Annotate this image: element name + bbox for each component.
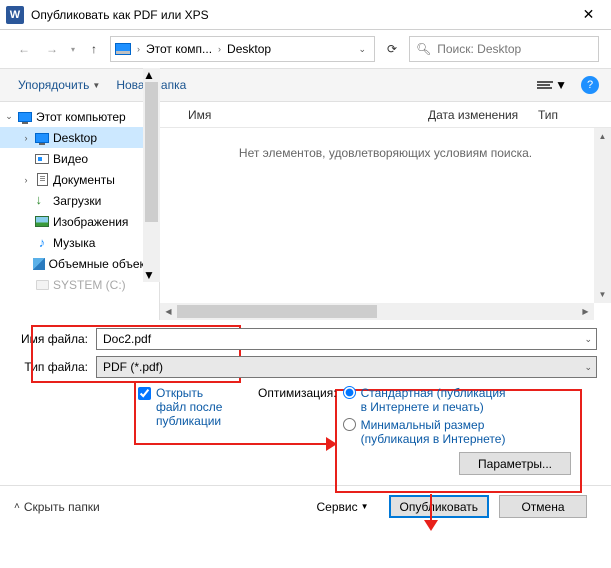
vertical-scrollbar[interactable]: ▲▼	[594, 128, 611, 303]
back-button[interactable]: ←	[12, 37, 36, 61]
document-icon	[37, 173, 48, 186]
column-headers: Имя Дата изменения Тип	[160, 102, 611, 128]
col-type[interactable]: Тип	[530, 108, 566, 122]
breadcrumb-segment[interactable]: Desktop	[227, 42, 271, 56]
navbar: ← → ▾ ↑ › Этот комп... › Desktop ⌄ ⟳ 🔍︎ …	[0, 30, 611, 68]
tree-node-pictures[interactable]: › Изображения	[0, 211, 159, 232]
tree-node-disk-c[interactable]: › SYSTEM (C:)	[0, 274, 159, 295]
window-title: Опубликовать как PDF или XPS	[31, 8, 566, 22]
hide-folders-button[interactable]: ˄ Скрыть папки	[14, 500, 100, 514]
monitor-icon	[18, 112, 32, 122]
filename-input[interactable]: Doc2.pdf ⌄	[96, 328, 597, 350]
chevron-down-icon[interactable]: ⌄	[584, 334, 592, 345]
organize-button[interactable]: Упорядочить▼	[12, 75, 106, 95]
disk-icon	[36, 280, 49, 290]
download-icon	[36, 194, 49, 207]
empty-message: Нет элементов, удовлетворяющих условиям …	[160, 128, 611, 320]
radio[interactable]	[343, 386, 356, 399]
tree-node-music[interactable]: › ♪ Музыка	[0, 232, 159, 253]
checkbox[interactable]	[138, 387, 151, 400]
up-button[interactable]: ↑	[82, 37, 106, 61]
history-dropdown[interactable]: ▾	[68, 45, 78, 54]
help-button[interactable]: ?	[581, 76, 599, 94]
chevron-down-icon[interactable]: ⌄	[584, 362, 592, 373]
col-name[interactable]: Имя	[180, 108, 420, 122]
list-view-icon	[537, 78, 553, 92]
tree-node-this-pc[interactable]: ⌄ Этот компьютер	[0, 106, 159, 127]
scroll-thumb[interactable]	[177, 305, 377, 318]
scroll-left-icon[interactable]: ◀	[160, 303, 177, 320]
folder-tree[interactable]: ⌄ Этот компьютер › Desktop › Видео › Док…	[0, 102, 160, 320]
main-area: ⌄ Этот компьютер › Desktop › Видео › Док…	[0, 102, 611, 320]
horizontal-scrollbar[interactable]: ◀▶	[160, 303, 594, 320]
filetype-label: Тип файла:	[14, 360, 96, 374]
cube-icon	[33, 258, 45, 270]
annotation-arrowhead	[424, 520, 438, 531]
open-after-checkbox[interactable]: Открыть файл после публикации	[138, 386, 228, 428]
scroll-right-icon[interactable]: ▶	[577, 303, 594, 320]
tree-node-downloads[interactable]: › Загрузки	[0, 190, 159, 211]
radio-minimum[interactable]: Минимальный размер (публикация в Интерне…	[343, 418, 511, 446]
tree-node-desktop[interactable]: › Desktop	[0, 127, 159, 148]
search-input[interactable]: 🔍︎ Поиск: Desktop	[409, 36, 599, 62]
music-icon: ♪	[34, 236, 50, 250]
chevron-down-icon: ▼	[92, 81, 100, 90]
address-bar[interactable]: › Этот комп... › Desktop ⌄	[110, 36, 375, 62]
word-icon: W	[6, 6, 24, 24]
collapse-icon[interactable]: ⌄	[4, 111, 14, 122]
chevron-down-icon: ▼	[361, 502, 369, 511]
cancel-button[interactable]: Отмена	[499, 495, 587, 518]
video-icon	[35, 154, 49, 164]
tree-node-3d[interactable]: › Объемные объекты	[0, 253, 159, 274]
tree-node-documents[interactable]: › Документы	[0, 169, 159, 190]
optimize-label: Оптимизация:	[258, 386, 337, 446]
save-form: Имя файла: Doc2.pdf ⌄ Тип файла: PDF (*.…	[0, 320, 611, 479]
radio[interactable]	[343, 418, 356, 431]
radio-standard[interactable]: Стандартная (публикация в Интернете и пе…	[343, 386, 511, 414]
expand-icon[interactable]: ›	[21, 175, 31, 185]
search-placeholder: Поиск: Desktop	[437, 42, 521, 56]
parameters-button[interactable]: Параметры...	[459, 452, 571, 475]
monitor-icon	[115, 43, 131, 55]
view-button[interactable]: ▼	[537, 78, 567, 92]
scroll-down-icon[interactable]: ▼	[594, 286, 611, 303]
titlebar: W Опубликовать как PDF или XPS ✕	[0, 0, 611, 30]
chevron-down-icon: ▼	[555, 78, 567, 92]
tools-dropdown[interactable]: Сервис ▼	[317, 500, 369, 514]
toolbar: Упорядочить▼ Новая папка ▼ ?	[0, 68, 611, 102]
filetype-select[interactable]: PDF (*.pdf) ⌄	[96, 356, 597, 378]
publish-button[interactable]: Опубликовать	[389, 495, 489, 518]
scroll-up-icon[interactable]: ▲	[594, 128, 611, 145]
file-list[interactable]: Имя Дата изменения Тип Нет элементов, уд…	[160, 102, 611, 320]
search-icon: 🔍︎	[416, 42, 431, 56]
expand-icon[interactable]: ›	[21, 133, 31, 143]
tree-scrollbar[interactable]: ▲ ▼	[143, 68, 160, 282]
filename-label: Имя файла:	[14, 332, 96, 346]
image-icon	[35, 216, 49, 227]
chevron-up-icon: ˄	[14, 501, 20, 512]
chevron-down-icon[interactable]: ⌄	[354, 44, 370, 55]
tree-node-videos[interactable]: › Видео	[0, 148, 159, 169]
forward-button: →	[40, 37, 64, 61]
chevron-right-icon[interactable]: ›	[135, 44, 142, 54]
refresh-button[interactable]: ⟳	[379, 36, 405, 62]
scroll-thumb[interactable]	[145, 82, 158, 222]
scroll-up-icon[interactable]: ▲	[143, 68, 160, 82]
col-date[interactable]: Дата изменения	[420, 108, 530, 122]
desktop-icon	[35, 133, 49, 143]
bottom-bar: ˄ Скрыть папки Сервис ▼ Опубликовать Отм…	[0, 485, 611, 527]
close-button[interactable]: ✕	[566, 0, 611, 30]
breadcrumb-segment[interactable]: Этот комп...	[146, 42, 212, 56]
scroll-down-icon[interactable]: ▼	[143, 268, 160, 282]
chevron-right-icon[interactable]: ›	[216, 44, 223, 54]
